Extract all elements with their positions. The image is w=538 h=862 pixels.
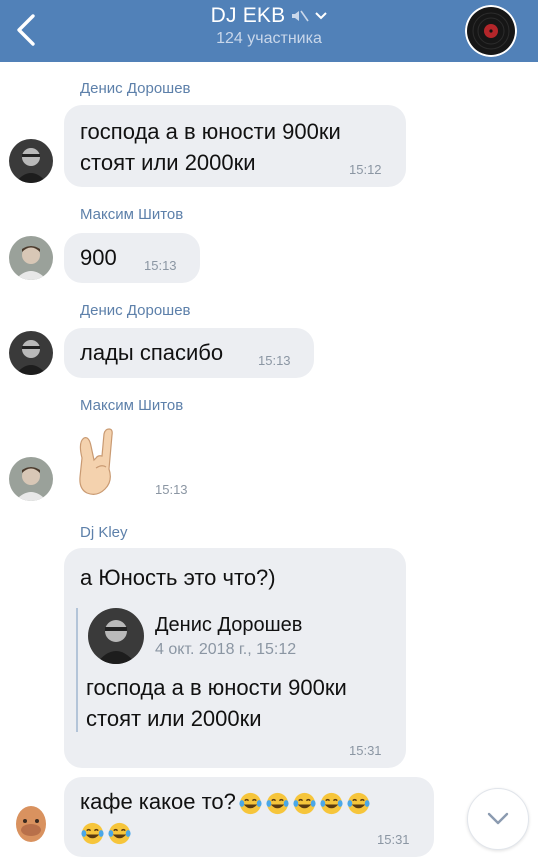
chat-title-area[interactable]: DJ EKB 124 участника	[120, 4, 418, 48]
reply-avatar	[88, 608, 144, 664]
message-text: стоят или 2000ки	[80, 150, 256, 175]
chat-members-count: 124 участника	[216, 30, 322, 47]
reply-text: господа а в юности 900ки	[86, 675, 347, 700]
sender-name[interactable]: Максим Шитов	[80, 206, 183, 223]
sender-name[interactable]: Dj Kley	[80, 524, 128, 541]
back-button[interactable]	[8, 10, 44, 50]
message-bubble[interactable]: кафе какое то? 15:31	[64, 777, 434, 857]
chevron-down-icon	[487, 812, 509, 825]
avatar[interactable]	[9, 802, 53, 846]
message-text: а Юность это что?)	[80, 565, 276, 590]
tears-of-joy-emoji-icon	[347, 792, 370, 814]
chat-title: DJ EKB	[210, 4, 286, 27]
message-time: 15:13	[144, 258, 177, 273]
user-photo-icon	[9, 802, 53, 846]
avatar[interactable]	[9, 139, 53, 183]
reply-sender-name: Денис Дорошев	[155, 614, 303, 636]
message-bubble[interactable]: 900 15:13	[64, 233, 200, 283]
message-time: 15:13	[258, 353, 291, 368]
message-time: 15:13	[155, 482, 188, 497]
scroll-to-bottom-button[interactable]	[467, 788, 529, 850]
rock-hand-emoji-icon[interactable]	[74, 428, 126, 496]
avatar[interactable]	[9, 236, 53, 280]
message-bubble[interactable]: господа а в юности 900ки стоят или 2000к…	[64, 105, 406, 187]
tears-of-joy-emoji-icon	[320, 792, 343, 814]
chevron-left-icon	[17, 14, 35, 46]
sender-name[interactable]: Максим Шитов	[80, 397, 183, 414]
chat-header: DJ EKB 124 участника	[0, 0, 538, 62]
user-photo-icon	[9, 139, 53, 183]
user-photo-icon	[88, 608, 144, 664]
avatar[interactable]	[9, 331, 53, 375]
muted-icon	[292, 10, 310, 22]
message-bubble[interactable]: а Юность это что?) Денис Дорошев 4 окт. …	[64, 548, 406, 768]
tears-of-joy-emoji-icon	[239, 792, 262, 814]
tears-of-joy-emoji-icon	[108, 822, 131, 845]
reply-text: стоят или 2000ки	[86, 706, 262, 731]
sender-name[interactable]: Денис Дорошев	[80, 302, 191, 319]
chevron-down-icon	[315, 12, 328, 20]
tears-of-joy-emoji-icon	[266, 792, 289, 814]
message-time: 15:12	[349, 162, 382, 177]
user-photo-icon	[9, 331, 53, 375]
chat-avatar-vinyl-icon[interactable]	[465, 5, 517, 57]
message-text: кафе какое то?	[80, 789, 236, 814]
message-bubble[interactable]: лады спасибо 15:13	[64, 328, 314, 378]
reply-bar	[76, 608, 78, 732]
reply-date: 4 окт. 2018 г., 15:12	[155, 641, 297, 658]
message-time: 15:31	[349, 743, 382, 758]
message-text: лады спасибо	[80, 340, 224, 365]
tears-of-joy-emoji-icon	[81, 822, 104, 845]
tears-of-joy-emoji-icon	[293, 792, 316, 814]
user-photo-icon	[9, 236, 53, 280]
message-text: 900	[80, 245, 117, 270]
user-photo-icon	[9, 457, 53, 501]
avatar[interactable]	[9, 457, 53, 501]
sender-name[interactable]: Денис Дорошев	[80, 80, 191, 97]
message-time: 15:31	[377, 832, 410, 847]
message-text: господа а в юности 900ки	[80, 119, 341, 144]
